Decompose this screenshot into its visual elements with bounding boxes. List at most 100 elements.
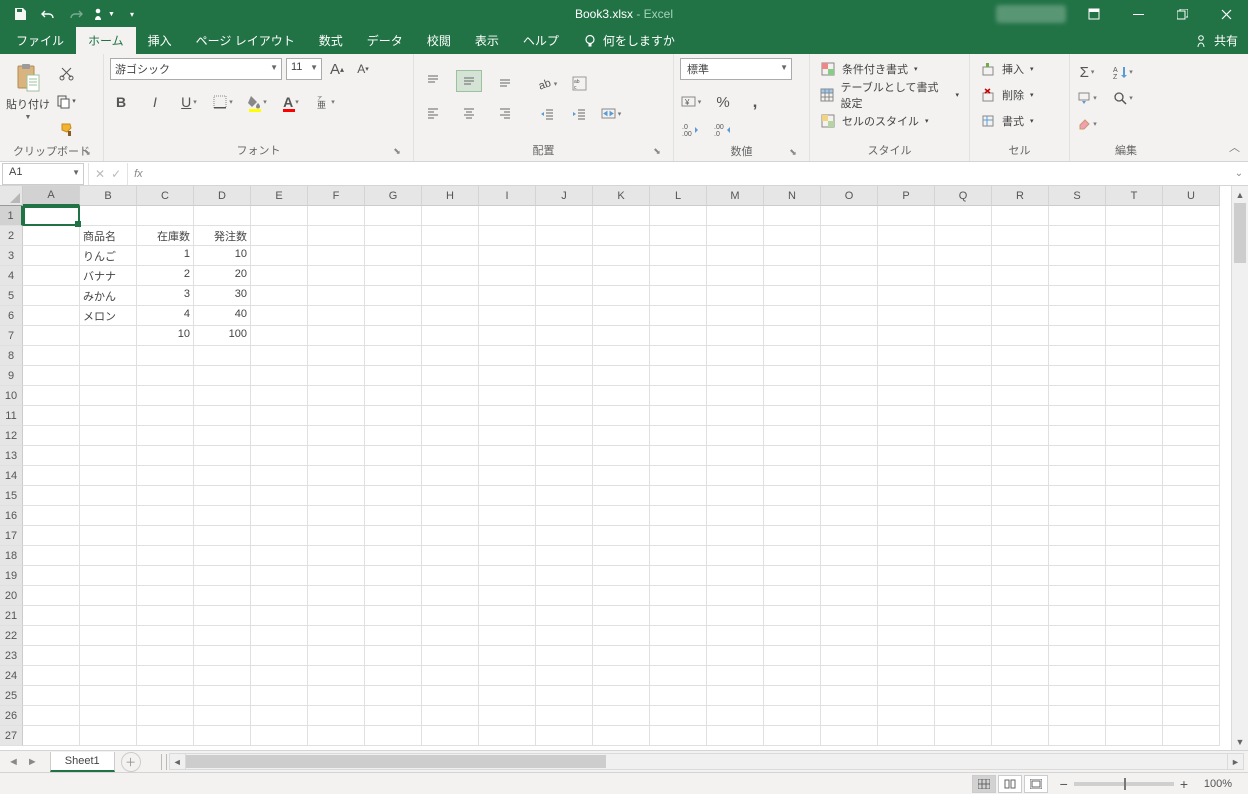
scroll-right-icon[interactable]: ► (1227, 753, 1244, 770)
close-icon[interactable] (1204, 0, 1248, 28)
font-size-select[interactable]: 11▼ (286, 58, 322, 80)
align-middle-icon[interactable] (456, 70, 482, 92)
cell[interactable] (194, 726, 251, 746)
cell[interactable] (308, 466, 365, 486)
cell[interactable] (422, 626, 479, 646)
cell[interactable] (764, 586, 821, 606)
cell[interactable] (1106, 226, 1163, 246)
fill-color-button[interactable]: ▾ (246, 92, 268, 112)
cell[interactable] (764, 686, 821, 706)
cell[interactable] (878, 466, 935, 486)
save-icon[interactable] (8, 2, 32, 26)
cell[interactable] (992, 646, 1049, 666)
enter-formula-icon[interactable]: ✓ (111, 167, 121, 181)
cell[interactable] (251, 666, 308, 686)
cell[interactable] (992, 546, 1049, 566)
cell[interactable] (821, 566, 878, 586)
cell[interactable] (821, 646, 878, 666)
cell[interactable] (251, 586, 308, 606)
cell[interactable] (308, 226, 365, 246)
cell[interactable] (365, 266, 422, 286)
cell[interactable] (650, 446, 707, 466)
cell[interactable] (194, 526, 251, 546)
cell[interactable] (593, 686, 650, 706)
cell[interactable] (593, 706, 650, 726)
cell[interactable] (23, 206, 80, 226)
cell[interactable] (1106, 466, 1163, 486)
cell[interactable] (650, 586, 707, 606)
cell[interactable] (308, 306, 365, 326)
tab-scroll-split[interactable] (161, 754, 167, 770)
cell[interactable] (536, 366, 593, 386)
cell[interactable] (764, 266, 821, 286)
cell[interactable] (137, 506, 194, 526)
phonetic-button[interactable]: ア亜▾ (314, 92, 336, 112)
cell[interactable] (1163, 306, 1220, 326)
cell[interactable] (251, 606, 308, 626)
cell[interactable] (1163, 206, 1220, 226)
column-header[interactable]: D (194, 186, 251, 206)
format-painter-icon[interactable] (54, 118, 78, 140)
cell[interactable] (935, 466, 992, 486)
tab-file[interactable]: ファイル (4, 27, 76, 54)
cell[interactable] (650, 286, 707, 306)
cell[interactable] (308, 666, 365, 686)
cell[interactable] (707, 326, 764, 346)
cell[interactable]: 30 (194, 286, 251, 306)
row-header[interactable]: 12 (0, 426, 23, 446)
cell[interactable] (992, 346, 1049, 366)
cell[interactable] (935, 366, 992, 386)
cell[interactable] (1106, 706, 1163, 726)
cell[interactable] (1163, 726, 1220, 746)
cell[interactable] (821, 386, 878, 406)
cell[interactable] (479, 246, 536, 266)
cell[interactable] (764, 726, 821, 746)
cell[interactable] (935, 226, 992, 246)
tab-data[interactable]: データ (355, 27, 415, 54)
cell[interactable] (479, 226, 536, 246)
cell[interactable] (764, 406, 821, 426)
cell[interactable] (23, 526, 80, 546)
cell[interactable] (536, 726, 593, 746)
cell[interactable] (821, 206, 878, 226)
cell[interactable]: 4 (137, 306, 194, 326)
cell[interactable] (1049, 586, 1106, 606)
cell[interactable] (137, 566, 194, 586)
cell[interactable] (80, 686, 137, 706)
cell[interactable] (1106, 646, 1163, 666)
cell[interactable]: みかん (80, 286, 137, 306)
cell[interactable] (935, 306, 992, 326)
row-header[interactable]: 26 (0, 706, 23, 726)
cell[interactable] (1106, 346, 1163, 366)
page-layout-view-icon[interactable] (998, 775, 1022, 793)
row-header[interactable]: 2 (0, 226, 23, 246)
cell[interactable] (1049, 226, 1106, 246)
cell[interactable] (821, 326, 878, 346)
increase-indent-icon[interactable] (568, 104, 590, 124)
cell[interactable] (1106, 406, 1163, 426)
clear-icon[interactable]: ▾ (1076, 114, 1098, 134)
cell[interactable] (1163, 386, 1220, 406)
cell[interactable] (1163, 686, 1220, 706)
cell[interactable] (764, 326, 821, 346)
cell[interactable]: 1 (137, 246, 194, 266)
cell[interactable] (707, 206, 764, 226)
cell[interactable] (935, 646, 992, 666)
cell[interactable] (1163, 446, 1220, 466)
column-header[interactable]: I (479, 186, 536, 206)
cell[interactable] (992, 726, 1049, 746)
cell[interactable] (251, 686, 308, 706)
cell[interactable] (194, 506, 251, 526)
cell[interactable] (479, 306, 536, 326)
cell[interactable] (935, 266, 992, 286)
cell[interactable] (764, 286, 821, 306)
cell[interactable] (992, 386, 1049, 406)
cell[interactable] (479, 686, 536, 706)
cell[interactable] (80, 626, 137, 646)
cell[interactable] (251, 366, 308, 386)
cell[interactable] (536, 586, 593, 606)
column-header[interactable]: F (308, 186, 365, 206)
wrap-text-icon[interactable]: abc (568, 74, 590, 94)
cell[interactable] (650, 726, 707, 746)
cell[interactable] (479, 726, 536, 746)
